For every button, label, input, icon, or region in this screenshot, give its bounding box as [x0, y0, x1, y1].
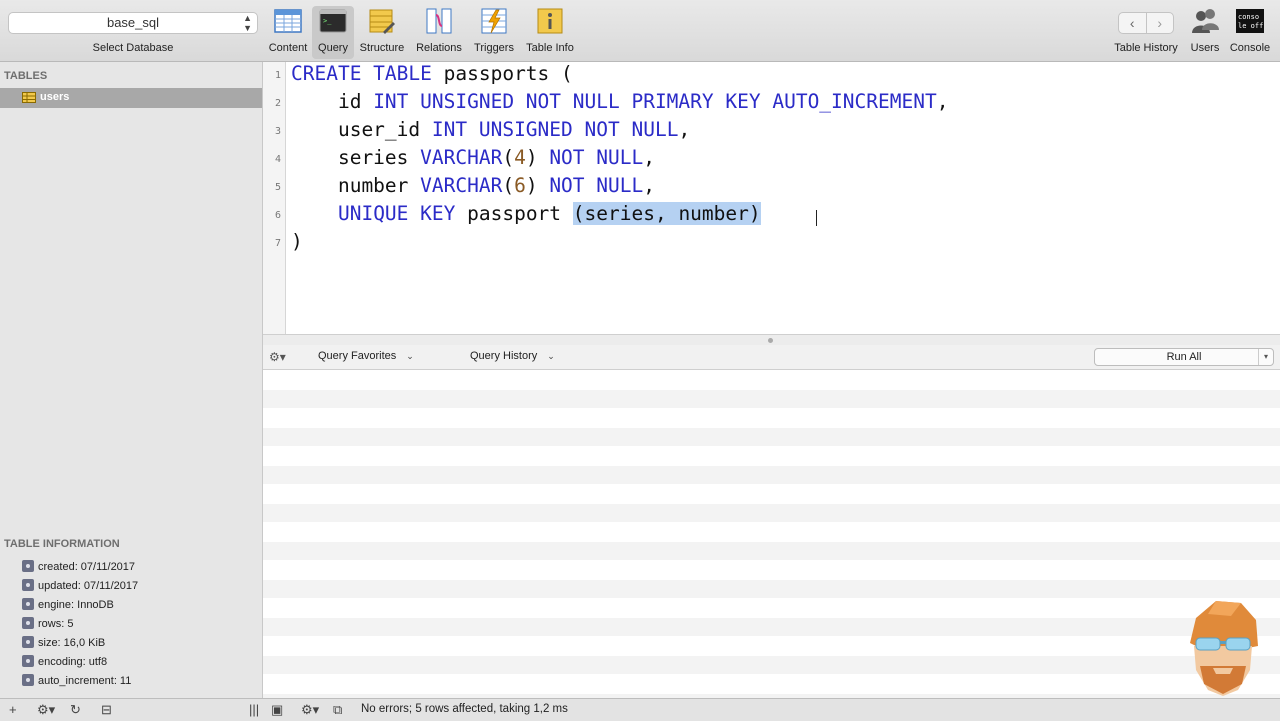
table-info-tab-label: Table Info	[526, 42, 574, 54]
sidebar: TABLES users TABLE INFORMATION created: …	[0, 62, 263, 698]
filter-icon[interactable]: ⊟	[101, 702, 112, 718]
content-tab-label: Content	[268, 42, 308, 54]
code-line-5: number VARCHAR(6) NOT NULL,	[291, 174, 655, 197]
info-bullet-icon	[22, 655, 34, 667]
sidebar-item-label: users	[40, 91, 70, 103]
code-line-2: id INT UNSIGNED NOT NULL PRIMARY KEY AUT…	[291, 90, 949, 113]
info-bullet-icon	[22, 674, 34, 686]
info-bullet-icon	[22, 579, 34, 591]
structure-tab[interactable]: Structure	[358, 6, 406, 54]
show-messages-icon[interactable]: ⧉	[333, 702, 342, 718]
status-message: No errors; 5 rows affected, taking 1,2 m…	[361, 703, 568, 715]
toggle-sidebar-icon[interactable]: ▣	[271, 702, 283, 718]
info-bullet-icon	[22, 617, 34, 629]
sidebar-item-users[interactable]: users	[0, 88, 262, 108]
triggers-tab[interactable]: Triggers	[470, 6, 518, 54]
query-editor[interactable]: 1 2 3 4 5 6 7 CREATE TABLE passports ( i…	[263, 62, 1280, 334]
info-updated: updated: 07/11/2017	[22, 579, 138, 595]
add-table-icon[interactable]: +	[9, 702, 17, 717]
relations-icon	[426, 8, 452, 34]
bottom-bar: + ⚙▾ ↻ ⊟ ||| ▣ ⚙▾ ⧉ No errors; 5 rows af…	[0, 698, 1280, 721]
table-history-tab[interactable]: Table History	[1108, 6, 1184, 54]
line-number: 4	[274, 154, 281, 165]
avatar	[1190, 601, 1258, 696]
console-label: Console	[1229, 42, 1271, 54]
run-options-chevron-icon[interactable]: ▾	[1258, 349, 1273, 365]
code-line-1: CREATE TABLE passports (	[291, 62, 573, 85]
triggers-tab-label: Triggers	[474, 42, 514, 54]
ibeam-cursor-icon	[816, 210, 817, 226]
gear-menu-icon[interactable]: ⚙▾	[269, 350, 286, 364]
query-bar: ⚙▾ Query Favorites ⌄ Query History ⌄ Run A…	[263, 345, 1280, 370]
run-all-button[interactable]: Run All ▾	[1094, 348, 1274, 366]
line-number: 6	[274, 210, 281, 221]
database-select-value: base_sql	[106, 15, 160, 30]
structure-icon	[369, 9, 395, 34]
line-number: 5	[274, 182, 281, 193]
text-selection: (series, number)	[572, 202, 761, 225]
drag-handle-icon[interactable]	[768, 338, 773, 343]
users-icon	[1192, 9, 1219, 33]
line-number: 2	[274, 98, 281, 109]
content-tab[interactable]: Content	[264, 6, 312, 54]
query-tab-label: Query	[318, 42, 348, 54]
line-number-gutter: 1 2 3 4 5 6 7	[263, 62, 286, 334]
code-line-4: series VARCHAR(4) NOT NULL,	[291, 146, 655, 169]
code-line-6: UNIQUE KEY passport (series, number)	[337, 202, 761, 225]
chevron-down-icon: ⌄	[406, 351, 414, 361]
toolbar: base_sql ▲ ▼ Select Database Content >_ Q…	[0, 0, 1280, 62]
info-bullet-icon	[22, 560, 34, 572]
table-icon	[22, 92, 36, 103]
info-bullet-icon	[22, 636, 34, 648]
line-number: 7	[274, 238, 281, 249]
users-label: Users	[1190, 42, 1220, 54]
database-select[interactable]: base_sql ▲ ▼	[8, 12, 258, 34]
table-information-title: TABLE INFORMATION	[4, 538, 120, 550]
query-tab[interactable]: >_ Query	[312, 6, 354, 59]
query-favorites-button[interactable]: Query Favorites ⌄	[318, 350, 414, 362]
sidebar-resize-handle[interactable]: |||	[249, 702, 259, 717]
info-bullet-icon	[22, 598, 34, 610]
table-info-icon	[537, 8, 563, 34]
gear-menu-icon[interactable]: ⚙▾	[37, 702, 55, 718]
results-table[interactable]	[263, 370, 1280, 698]
info-size: size: 16,0 KiB	[22, 636, 105, 652]
gear-menu-icon[interactable]: ⚙▾	[301, 702, 319, 718]
info-auto-increment: auto_increment: 11	[22, 674, 131, 690]
code-line-7: )	[291, 230, 303, 253]
select-database-label: Select Database	[92, 42, 174, 54]
line-number: 1	[274, 70, 281, 81]
info-rows: rows: 5	[22, 617, 73, 633]
relations-tab-label: Relations	[416, 42, 462, 54]
table-history-label: Table History	[1114, 42, 1178, 54]
code-line-3: user_id INT UNSIGNED NOT NULL,	[291, 118, 691, 141]
info-engine: engine: InnoDB	[22, 598, 114, 614]
table-info-tab[interactable]: Table Info	[522, 6, 578, 54]
editor-results-splitter[interactable]	[263, 334, 1280, 345]
console-tab[interactable]: conso le off Console	[1226, 6, 1274, 54]
updown-arrows-icon: ▲ ▼	[243, 13, 252, 33]
console-icon-text-2: le off	[1238, 22, 1263, 30]
query-terminal-icon: >_	[319, 9, 347, 33]
chevron-down-icon: ⌄	[547, 351, 555, 361]
console-icon: conso le off	[1236, 9, 1264, 33]
structure-tab-label: Structure	[359, 42, 405, 54]
info-encoding: encoding: utf8	[22, 655, 107, 671]
users-tab[interactable]: Users	[1184, 6, 1226, 54]
svg-text:>_: >_	[323, 17, 332, 25]
console-icon-text-1: conso	[1238, 13, 1259, 21]
info-created: created: 07/11/2017	[22, 560, 135, 576]
refresh-icon[interactable]: ↻	[70, 702, 81, 718]
relations-tab[interactable]: Relations	[415, 6, 463, 54]
query-history-button[interactable]: Query History ⌄	[470, 350, 555, 362]
line-number: 3	[274, 126, 281, 137]
triggers-icon	[481, 8, 507, 34]
content-table-icon	[274, 9, 302, 33]
tables-section-title: TABLES	[4, 70, 48, 82]
